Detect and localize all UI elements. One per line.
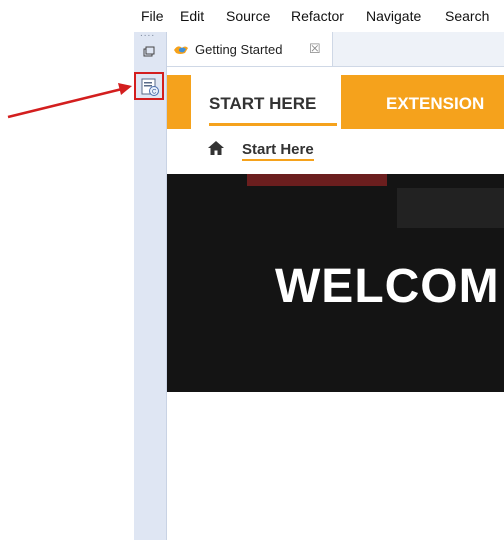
tab-close-icon[interactable]: ☒ [309,41,321,57]
welcome-nav-bar: START HERE EXTENSION [167,75,504,129]
view-icon[interactable]: C [141,78,159,96]
minimized-view-stack: .... C [134,29,167,540]
menu-source[interactable]: Source [226,8,270,24]
drag-handle[interactable]: .... [140,29,160,39]
menu-file[interactable]: File [141,8,164,24]
menu-refactor[interactable]: Refactor [291,8,344,24]
tab-start-here[interactable]: START HERE [191,75,341,129]
tab-extensions[interactable]: EXTENSION [386,94,484,114]
banner-decoration [247,174,387,186]
menu-navigate[interactable]: Navigate [366,8,421,24]
banner-title: WELCOM [275,260,500,313]
menu-edit[interactable]: Edit [180,8,204,24]
breadcrumb-start-here-link[interactable]: Start Here [242,141,314,161]
restore-icon[interactable] [143,46,155,58]
banner-background-shape [397,188,504,228]
menu-search[interactable]: Search [445,8,489,24]
active-tab-underline [209,123,337,126]
view-icon-highlight: C [134,72,164,100]
editor-tab-bar: Getting Started ☒ [167,32,504,67]
tab-label: Getting Started [195,42,283,57]
home-icon [208,141,224,155]
welcome-banner: WELCOM [167,174,504,392]
tab-logo-icon [174,46,188,54]
tab-getting-started[interactable]: Getting Started ☒ [167,32,333,66]
menu-bar: File Edit Source Refactor Navigate Searc… [0,0,504,32]
tab-start-here-label: START HERE [209,94,317,113]
svg-text:C: C [152,90,157,96]
welcome-page: START HERE EXTENSION Start Here WELCOM [167,67,504,540]
